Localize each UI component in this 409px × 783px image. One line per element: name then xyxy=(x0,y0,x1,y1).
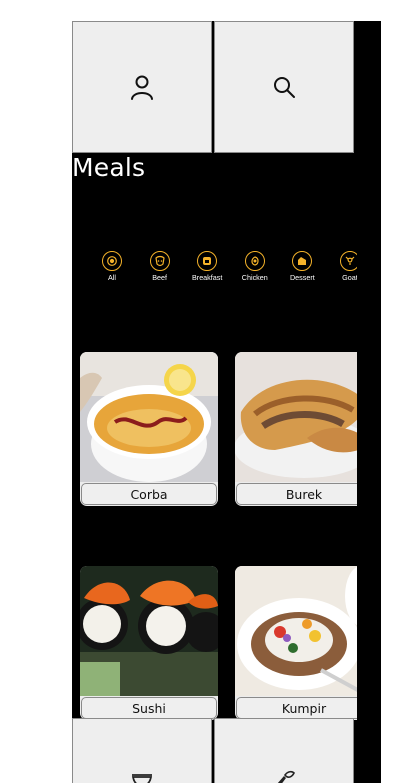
meal-card[interactable]: Corba xyxy=(80,352,218,506)
meals-nav-button[interactable] xyxy=(72,718,212,783)
meal-image xyxy=(80,352,218,482)
meal-image xyxy=(235,566,373,696)
toast-icon xyxy=(197,251,218,271)
chicken-icon xyxy=(244,251,265,271)
category-chicken[interactable]: Chicken xyxy=(235,251,275,282)
meal-card[interactable]: Kumpir xyxy=(235,566,373,720)
meal-image xyxy=(235,352,373,482)
plate-icon xyxy=(102,251,122,271)
category-breakfast[interactable]: Breakfast xyxy=(187,251,227,282)
bowl-icon xyxy=(131,774,153,783)
category-label: Breakfast xyxy=(192,273,223,282)
search-icon xyxy=(274,77,295,98)
meal-name: Kumpir xyxy=(236,697,372,719)
meal-image xyxy=(80,566,218,696)
meals-app: Meals All Beef Breakfast Chicken Dessert… xyxy=(72,21,381,783)
bottom-navigation xyxy=(72,718,357,783)
scroll-edge xyxy=(357,21,381,783)
top-navigation xyxy=(72,21,357,155)
search-button[interactable] xyxy=(214,21,354,153)
meal-card[interactable]: Sushi xyxy=(80,566,218,720)
category-label: Chicken xyxy=(241,273,268,282)
category-list: All Beef Breakfast Chicken Dessert Goat xyxy=(92,251,370,282)
ingredients-icon xyxy=(277,770,295,783)
meal-name: Corba xyxy=(81,483,217,505)
category-label: All xyxy=(108,273,116,282)
category-label: Goat xyxy=(342,273,358,282)
category-all[interactable]: All xyxy=(92,251,132,282)
user-icon xyxy=(131,75,153,100)
meal-name: Burek xyxy=(236,483,372,505)
cake-icon xyxy=(292,251,313,271)
cow-icon xyxy=(149,251,170,271)
category-beef[interactable]: Beef xyxy=(140,251,180,282)
category-label: Beef xyxy=(152,273,167,282)
category-label: Dessert xyxy=(289,273,315,282)
ingredients-nav-button[interactable] xyxy=(214,718,354,783)
meal-card[interactable]: Burek xyxy=(235,352,373,506)
profile-button[interactable] xyxy=(72,21,212,153)
meal-name: Sushi xyxy=(81,697,217,719)
category-dessert[interactable]: Dessert xyxy=(282,251,322,282)
page-title: Meals xyxy=(72,153,146,182)
